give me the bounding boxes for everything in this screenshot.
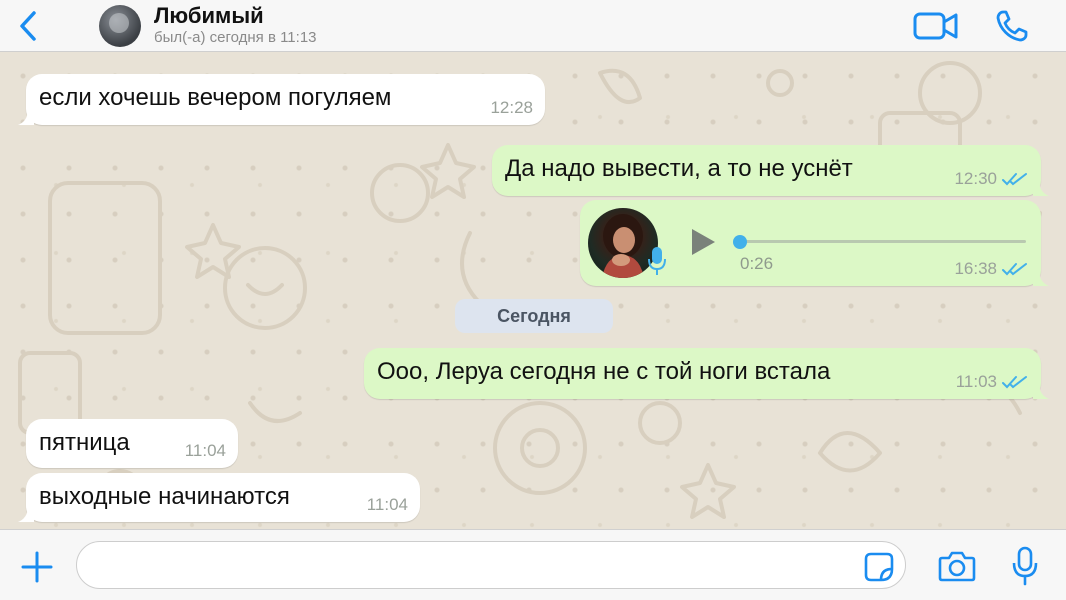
bubble-tail <box>1033 180 1049 196</box>
message-time: 11:03 <box>955 372 997 391</box>
sticker-icon <box>864 552 894 582</box>
contact-status: был(-а) сегодня в 11:13 <box>154 29 317 46</box>
message-text: Ооо, Леруа сегодня не с той ноги встала <box>377 358 831 385</box>
video-call-button[interactable] <box>912 10 960 42</box>
back-button[interactable] <box>14 8 44 44</box>
composer-bar <box>0 529 1066 600</box>
message-time: 16:38 <box>954 259 997 278</box>
chat-area[interactable]: если хочешь вечером погуляем 12:28 Да на… <box>0 53 1066 529</box>
message-bubble-incoming[interactable]: пятница 11:04 <box>26 419 238 468</box>
double-check-icon <box>1002 263 1027 276</box>
plus-icon <box>21 551 53 583</box>
contact-name[interactable]: Любимый <box>154 3 264 29</box>
voice-message-bubble[interactable]: 0:26 16:38 <box>580 200 1049 286</box>
bubble-tail <box>1033 270 1049 286</box>
voice-duration: 0:26 <box>740 254 774 273</box>
voice-progress-track[interactable] <box>740 240 1026 243</box>
sticker-button[interactable] <box>864 552 894 582</box>
message-time: 11:04 <box>366 495 408 514</box>
record-voice-button[interactable] <box>1012 546 1038 586</box>
message-bubble-incoming[interactable]: если хочешь вечером погуляем 12:28 <box>18 74 545 125</box>
message-bubble-outgoing[interactable]: Ооо, Леруа сегодня не с той ноги встала … <box>364 348 1049 399</box>
message-text: если хочешь вечером погуляем <box>39 84 392 111</box>
bubble-tail <box>18 506 34 522</box>
message-text: Да надо вывести, а то не уснёт <box>505 155 853 182</box>
play-icon <box>692 229 715 255</box>
camera-icon <box>938 551 976 582</box>
chat-header: Любимый был(-а) сегодня в 11:13 <box>0 0 1066 52</box>
camera-button[interactable] <box>938 549 976 583</box>
play-button[interactable] <box>688 226 718 258</box>
message-time: 11:04 <box>184 441 226 460</box>
microphone-badge-icon <box>648 247 666 275</box>
video-camera-icon <box>913 12 958 40</box>
voice-progress-knob[interactable] <box>733 235 747 249</box>
phone-icon <box>996 10 1028 42</box>
voice-call-button[interactable] <box>994 8 1030 44</box>
double-check-icon <box>1002 173 1027 186</box>
message-text: выходные начинаются <box>39 483 290 510</box>
attach-button[interactable] <box>20 550 54 584</box>
microphone-icon <box>1012 546 1038 586</box>
message-bubble-outgoing[interactable]: Да надо вывести, а то не уснёт 12:30 <box>492 145 1049 196</box>
bubble-tail <box>18 109 34 125</box>
date-separator: Сегодня <box>455 299 613 333</box>
contact-avatar[interactable] <box>99 5 141 47</box>
double-check-icon <box>1002 376 1027 389</box>
bubble-tail <box>1033 383 1049 399</box>
chevron-left-icon <box>20 11 36 41</box>
message-time: 12:28 <box>490 98 533 117</box>
message-input[interactable] <box>76 541 906 589</box>
message-text: пятница <box>39 429 130 456</box>
message-bubble-incoming[interactable]: выходные начинаются 11:04 <box>18 473 420 522</box>
message-time: 12:30 <box>954 169 997 188</box>
